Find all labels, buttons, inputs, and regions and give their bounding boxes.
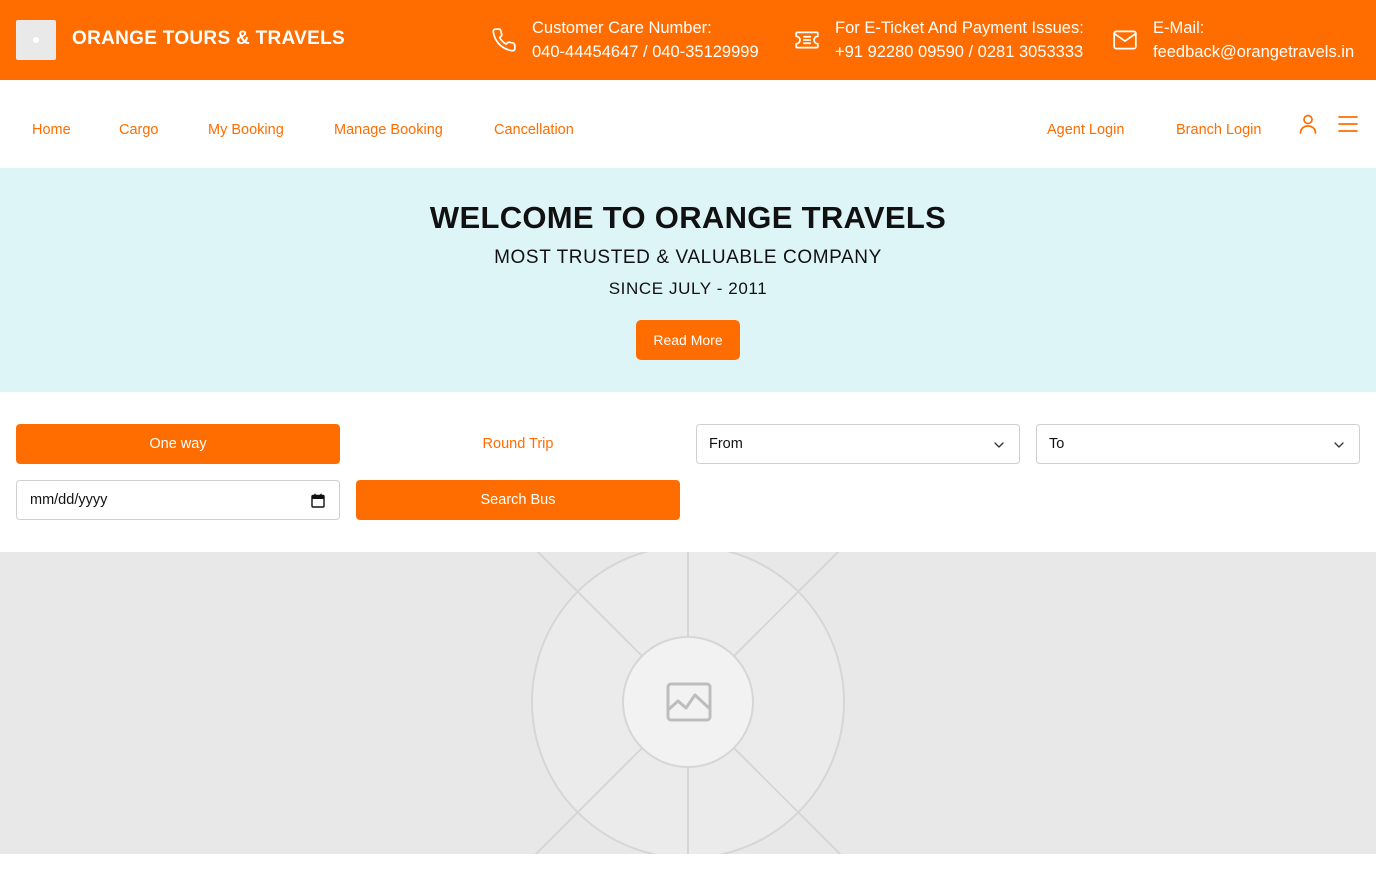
journey-date-input[interactable]: mm/dd/yyyy: [16, 480, 340, 520]
hero-title: WELCOME TO ORANGE TRAVELS: [429, 200, 947, 235]
mail-icon: [1112, 27, 1138, 53]
nav-agent-login[interactable]: Agent Login: [1047, 122, 1124, 138]
one-way-toggle[interactable]: One way: [16, 424, 340, 464]
from-select[interactable]: From: [696, 424, 1020, 464]
chevron-down-icon: [1334, 442, 1344, 448]
email-address[interactable]: feedback@orangetravels.in: [1153, 40, 1354, 64]
eticket-contact: For E-Ticket And Payment Issues: +91 922…: [835, 16, 1084, 64]
main-nav: Home Cargo My Booking Manage Booking Can…: [0, 80, 1376, 168]
round-trip-toggle[interactable]: Round Trip: [356, 424, 680, 464]
nav-cargo[interactable]: Cargo: [119, 122, 159, 138]
to-select[interactable]: To: [1036, 424, 1360, 464]
chevron-down-icon: [994, 442, 1004, 448]
customer-care-number[interactable]: 040-44454647 / 040-35129999: [532, 40, 759, 64]
menu-icon[interactable]: [1336, 112, 1360, 136]
hero-banner: WELCOME TO ORANGE TRAVELS MOST TRUSTED &…: [0, 168, 1376, 392]
email-label: E-Mail:: [1153, 19, 1205, 37]
user-icon[interactable]: [1296, 112, 1320, 136]
read-more-button[interactable]: Read More: [636, 320, 740, 360]
image-placeholder-graphic: [470, 552, 906, 854]
phone-icon: [491, 27, 517, 53]
nav-manage-booking[interactable]: Manage Booking: [334, 122, 443, 138]
customer-care-contact: Customer Care Number: 040-44454647 / 040…: [532, 16, 759, 64]
nav-my-booking[interactable]: My Booking: [208, 122, 284, 138]
hero-since: SINCE JULY - 2011: [608, 279, 768, 298]
to-select-value: To: [1049, 436, 1065, 452]
calendar-icon[interactable]: [311, 493, 325, 508]
date-placeholder: mm/dd/yyyy: [30, 492, 108, 508]
search-bus-button[interactable]: Search Bus: [356, 480, 680, 520]
nav-cancellation[interactable]: Cancellation: [494, 122, 574, 138]
banner-image-placeholder: [0, 552, 1376, 854]
nav-branch-login[interactable]: Branch Login: [1176, 122, 1261, 138]
customer-care-label: Customer Care Number:: [532, 19, 712, 37]
ticket-icon: [794, 27, 820, 53]
top-bar: ORANGE TOURS & TRAVELS Customer Care Num…: [0, 0, 1376, 80]
from-select-value: From: [709, 436, 743, 452]
logo-placeholder-icon[interactable]: [16, 20, 56, 60]
hero-subtitle: MOST TRUSTED & VALUABLE COMPANY: [494, 247, 882, 268]
eticket-number[interactable]: +91 92280 09590 / 0281 3053333: [835, 40, 1084, 64]
nav-home[interactable]: Home: [32, 122, 71, 138]
eticket-label: For E-Ticket And Payment Issues:: [835, 19, 1084, 37]
brand-name[interactable]: ORANGE TOURS & TRAVELS: [72, 28, 345, 50]
email-contact: E-Mail: feedback@orangetravels.in: [1153, 16, 1354, 64]
